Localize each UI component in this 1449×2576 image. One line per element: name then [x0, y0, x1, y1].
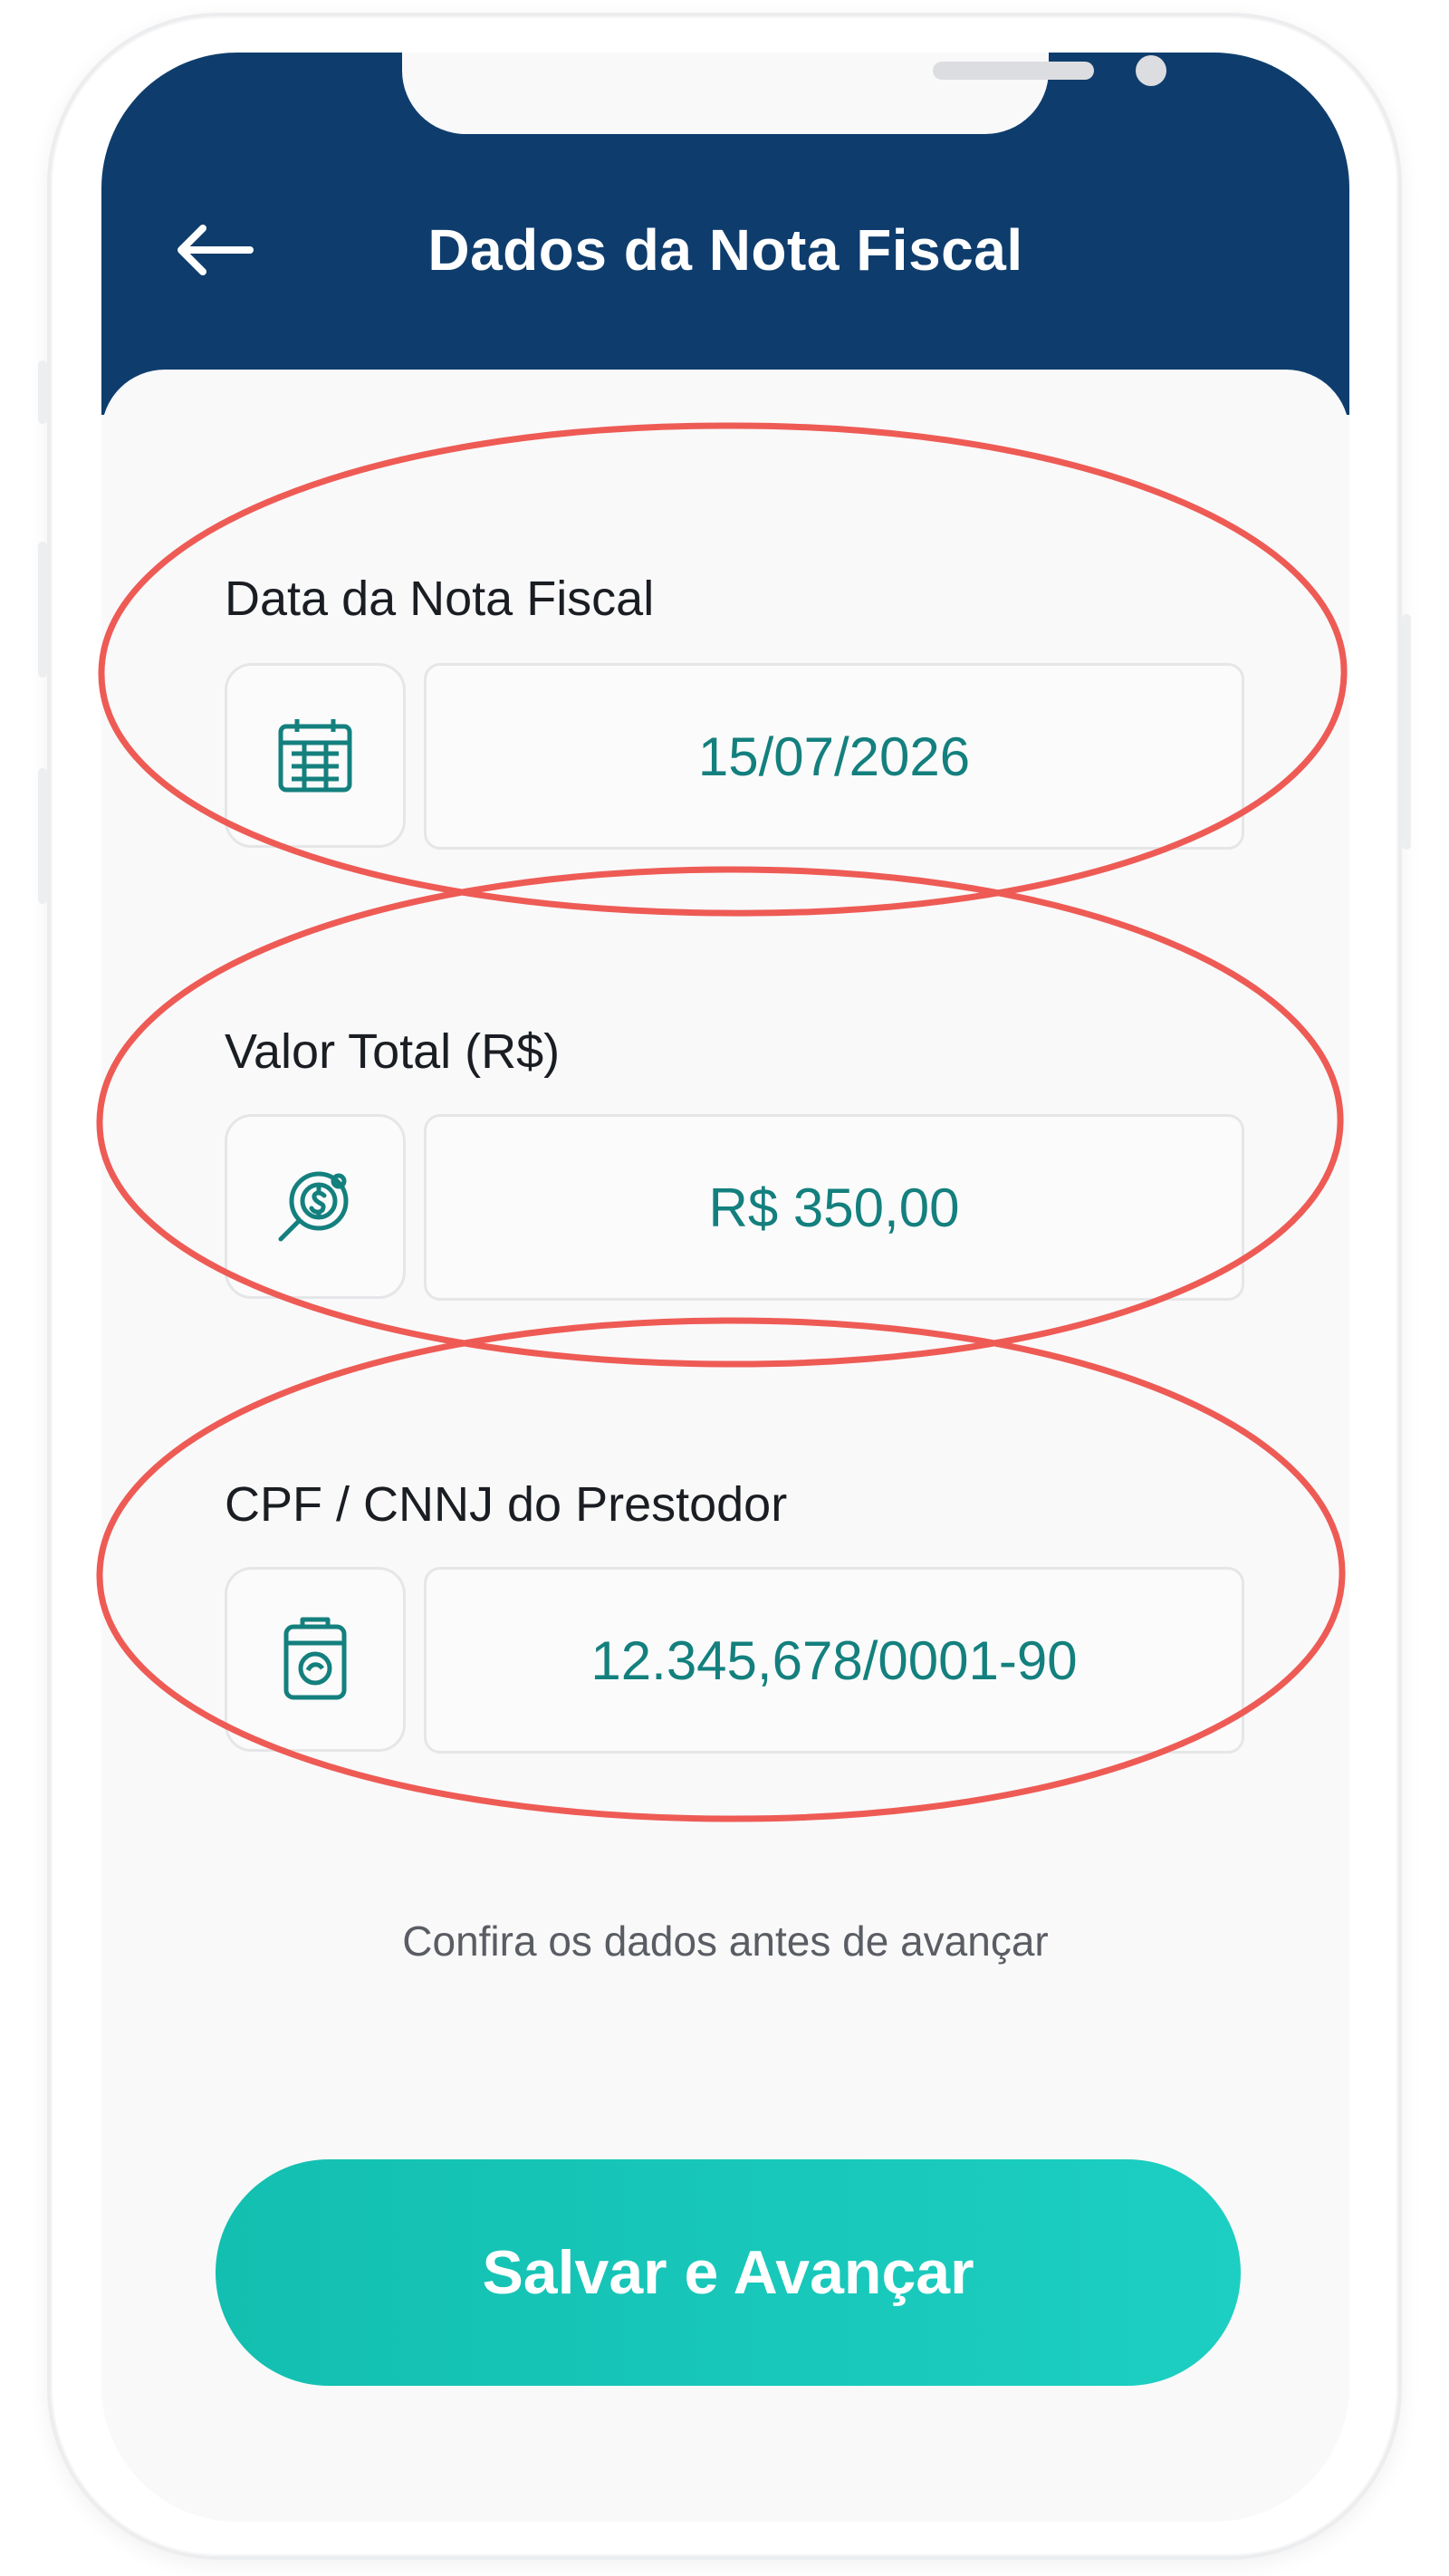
phone-side-button — [1402, 614, 1411, 850]
document-id-icon — [283, 1617, 347, 1700]
hint-text: Confira os dados antes de avançar — [402, 1918, 1049, 1965]
phone-screen: Dados da Nota Fiscal Data da Nota Fiscal… — [101, 53, 1349, 2522]
phone-notch — [402, 53, 1166, 134]
cpf-cnpj-icon-button[interactable] — [225, 1567, 406, 1752]
total-value-icon-button[interactable] — [225, 1114, 406, 1299]
calendar-icon — [278, 719, 352, 793]
date-input[interactable]: 15/07/2026 — [424, 663, 1244, 850]
phone-side-button — [38, 768, 47, 904]
phone-side-button — [38, 360, 47, 424]
date-field-label: Data da Nota Fiscal — [225, 572, 655, 626]
form-card: Data da Nota Fiscal 15/07/2026 Valor Tot… — [101, 370, 1349, 2522]
speaker-grille — [933, 62, 1094, 80]
total-value-input[interactable]: R$ 350,00 — [424, 1114, 1244, 1301]
cpf-cnpj-field-label: CPF / CNNJ do Prestodor — [225, 1477, 788, 1532]
total-value-field-label: Valor Total (R$) — [225, 1024, 561, 1079]
date-picker-button[interactable] — [225, 663, 406, 848]
cpf-cnpj-input[interactable]: 12.345,678/0001-90 — [424, 1567, 1244, 1754]
page-title: Dados da Nota Fiscal — [427, 217, 1023, 283]
money-search-icon — [278, 1171, 349, 1242]
front-camera — [1136, 55, 1166, 86]
phone-side-button — [38, 542, 47, 678]
save-and-continue-button[interactable]: Salvar e Avançar — [216, 2159, 1241, 2386]
